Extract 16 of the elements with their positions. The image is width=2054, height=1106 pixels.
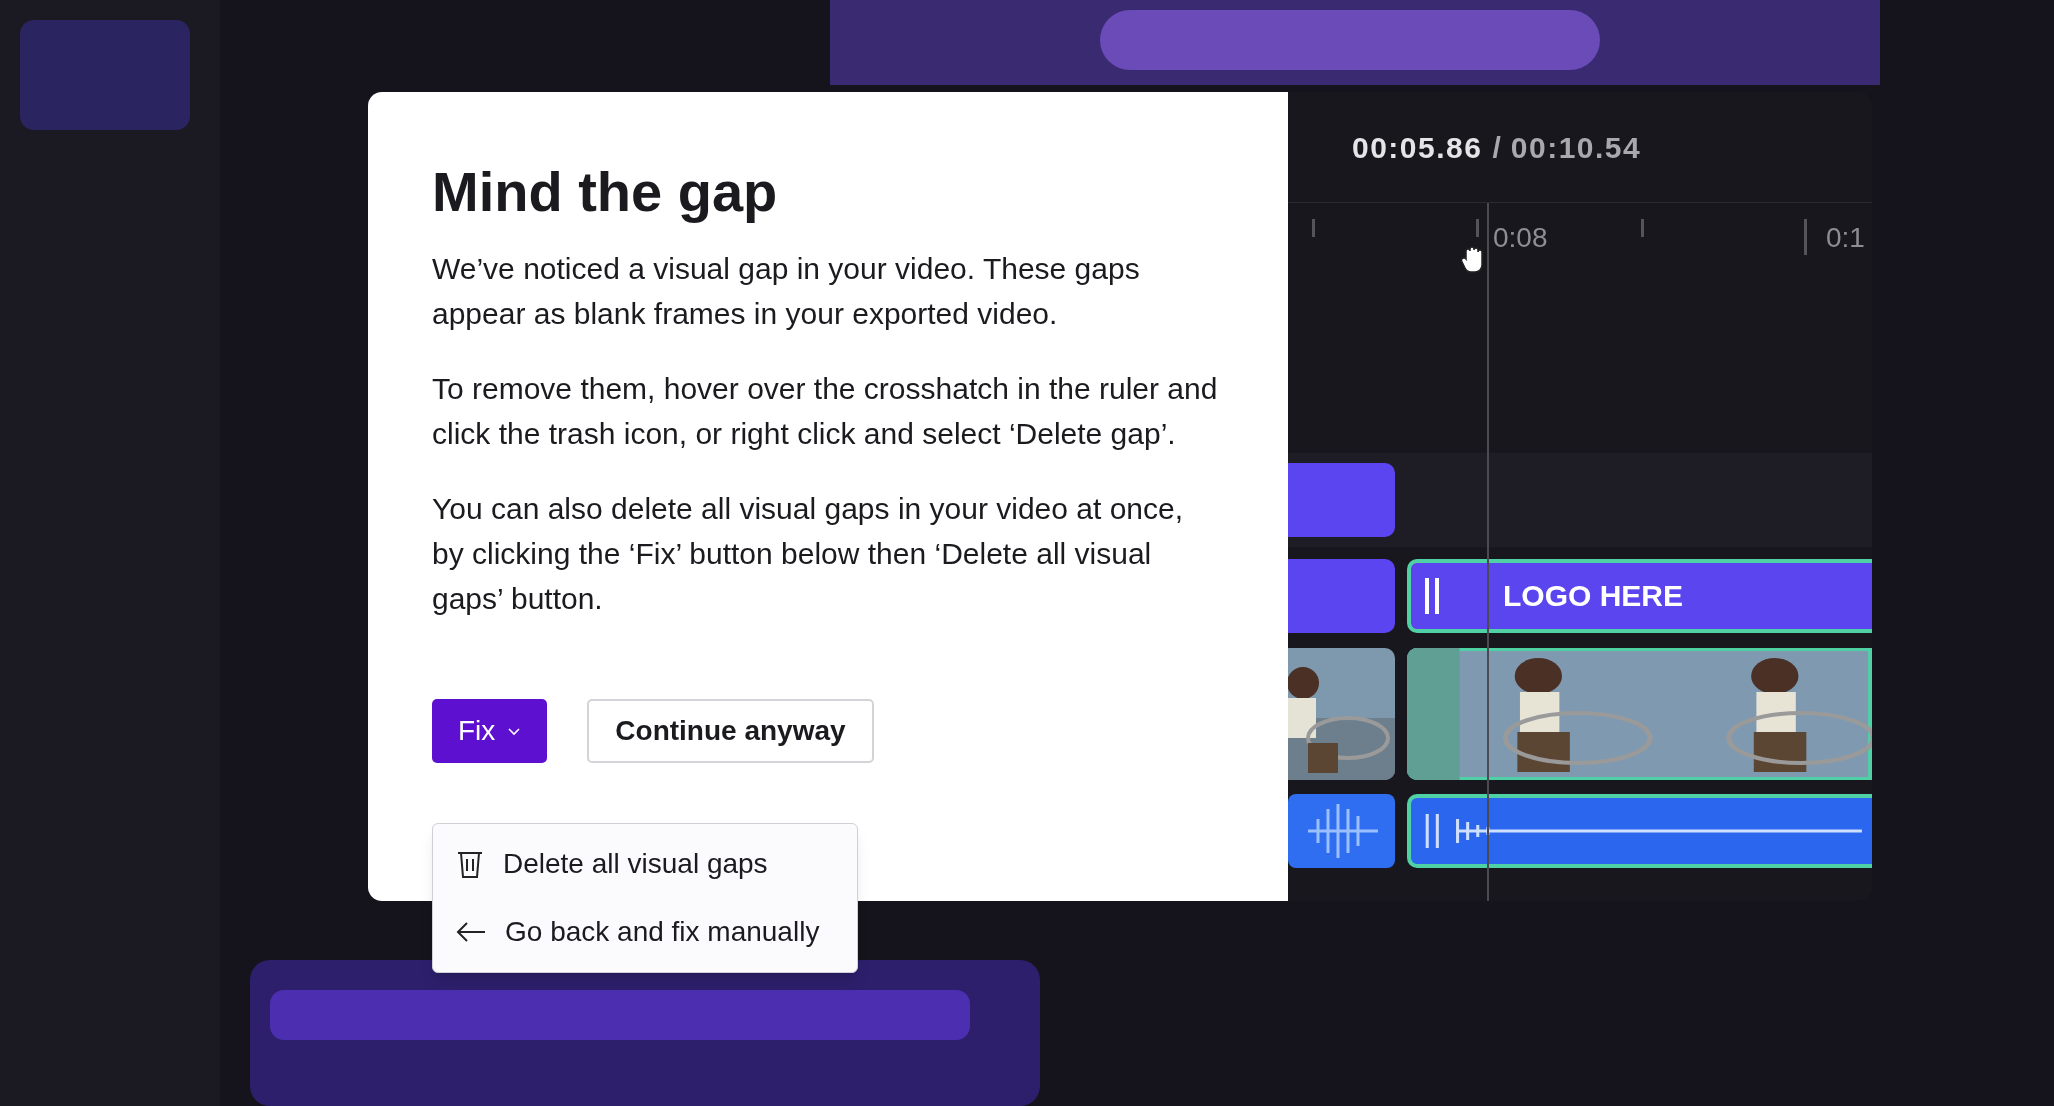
menu-item[interactable]: Go back and fix manually — [433, 898, 857, 966]
clip-title: LOGO HERE — [1503, 578, 1683, 614]
dialog-paragraph: You can also delete all visual gaps in your video at once, by clicking the ‘Fix’ button below then ‘Delete all visual gaps’ button. — [432, 491, 1185, 617]
dialog-title: Mind the gap — [432, 160, 779, 224]
fix-button[interactable]: Fix — [432, 699, 548, 763]
arrow-left-icon — [455, 920, 487, 944]
dialog-paragraph: We’ve noticed a visual gap in your video. These gaps appear as blank frames in your exported video. — [432, 251, 1141, 332]
ruler-label: 0:1 — [1826, 221, 1865, 255]
dialog-paragraph: To remove them, hover over the crosshatch in the ruler and click the trash icon, or right click and select ‘Delete gap’. — [432, 371, 1219, 452]
clip-handle-icon — [1425, 577, 1439, 614]
current-time: 00:05.86 — [1352, 129, 1483, 166]
time-separator: / — [1492, 129, 1501, 166]
continue-anyway-button[interactable]: Continue anyway — [587, 699, 874, 763]
total-time: 00:10.54 — [1510, 129, 1642, 166]
ruler-label: 0:08 — [1493, 221, 1548, 255]
menu-item[interactable]: Delete all visual gaps — [433, 830, 857, 898]
